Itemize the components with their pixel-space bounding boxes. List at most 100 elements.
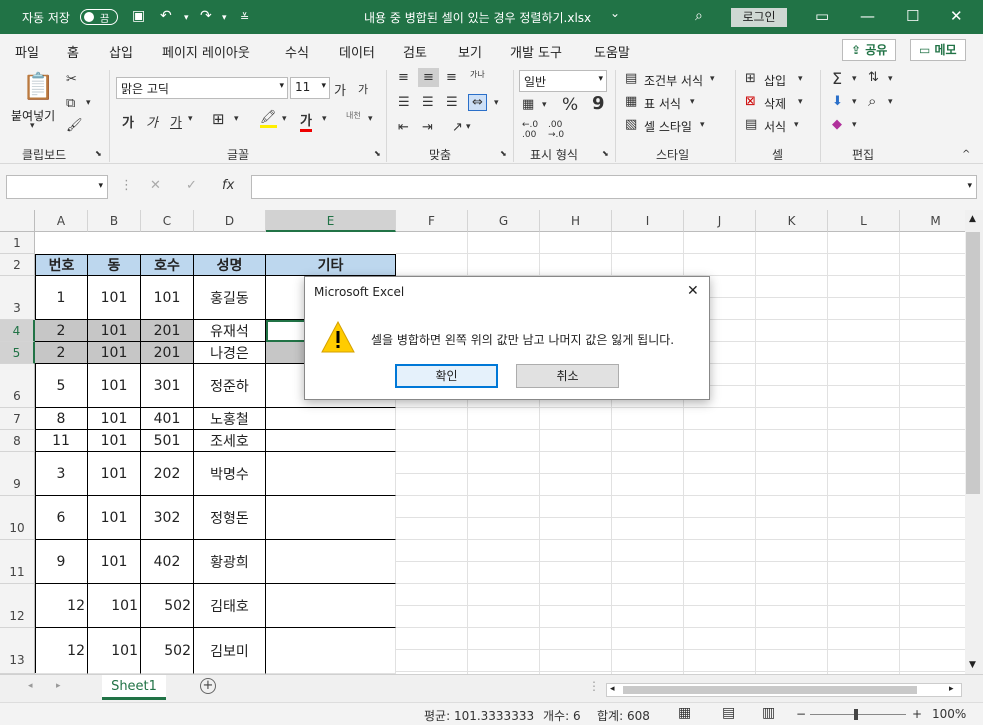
tab-help[interactable]: 도움말 — [594, 42, 630, 61]
table-cell[interactable]: 1 — [35, 276, 88, 320]
dialog-close-icon[interactable]: ✕ — [687, 283, 699, 299]
column-header-j[interactable]: J — [684, 210, 756, 232]
conditional-format-label[interactable]: 조건부 서식 — [644, 72, 703, 89]
table-cell[interactable]: 401 — [141, 408, 194, 430]
shrink-font-icon[interactable]: 가 — [358, 81, 368, 97]
percent-icon[interactable]: % — [562, 95, 578, 115]
font-size-select[interactable]: 11 ▾ — [290, 77, 330, 99]
chevron-down-icon[interactable]: ▾ — [852, 74, 857, 84]
chevron-down-icon[interactable]: ▾ — [798, 97, 803, 107]
autosave-toggle[interactable]: 끔 — [80, 9, 118, 25]
table-cell[interactable]: 101 — [88, 342, 141, 364]
table-cell[interactable]: 2 — [35, 320, 88, 342]
tab-insert[interactable]: 삽입 — [109, 42, 133, 61]
row-header-7[interactable]: 7 — [0, 408, 35, 430]
cancel-button[interactable]: 취소 — [516, 364, 619, 388]
table-cell[interactable] — [266, 408, 396, 430]
status-count[interactable]: 개수: 6 — [543, 707, 581, 724]
column-header-a[interactable]: A — [35, 210, 88, 232]
undo-icon[interactable]: ↶ — [160, 8, 172, 24]
table-cell[interactable]: 502 — [141, 628, 194, 674]
cut-icon[interactable]: ✂ — [66, 72, 77, 87]
orientation-dropdown-icon[interactable]: ▾ — [466, 122, 471, 132]
border-icon[interactable]: ⊞ — [212, 110, 225, 128]
column-header-k[interactable]: K — [756, 210, 828, 232]
table-cell[interactable]: 노홍철 — [194, 408, 266, 430]
merge-dropdown-icon[interactable]: ▾ — [494, 98, 499, 108]
insert-cells-label[interactable]: 삽입 — [764, 72, 786, 89]
table-cell[interactable]: 101 — [141, 276, 194, 320]
cancel-icon[interactable]: ✕ — [150, 178, 161, 193]
enter-icon[interactable]: ✓ — [186, 178, 197, 193]
chevron-down-icon[interactable]: ▾ — [710, 74, 715, 84]
page-layout-icon[interactable]: ▤ — [722, 705, 735, 721]
comma-icon[interactable]: 9 — [592, 93, 605, 114]
chevron-down-icon[interactable]: ▾ — [794, 120, 799, 130]
chevron-down-icon[interactable]: ▾ — [700, 120, 705, 130]
table-cell[interactable]: 101 — [88, 584, 141, 628]
clear-icon[interactable]: ◆ — [832, 117, 842, 132]
table-cell[interactable] — [266, 430, 396, 452]
underline-icon[interactable]: 가 — [170, 112, 182, 131]
table-cell[interactable] — [266, 452, 396, 496]
align-top-icon[interactable]: ≡ — [398, 70, 409, 85]
table-cell[interactable]: 101 — [88, 364, 141, 408]
table-cell[interactable]: 101 — [88, 496, 141, 540]
delete-cells-label[interactable]: 삭제 — [764, 95, 786, 112]
row-header-10[interactable]: 10 — [0, 496, 35, 540]
share-button[interactable]: ⇪ 공유 — [842, 39, 897, 61]
table-cell[interactable]: 5 — [35, 364, 88, 408]
table-cell[interactable]: 101 — [88, 276, 141, 320]
scroll-left-icon[interactable]: ◂ — [610, 684, 615, 694]
row-header-1[interactable]: 1 — [0, 232, 35, 254]
delete-cells-icon[interactable]: ⊠ — [745, 94, 756, 109]
align-center-icon[interactable]: ☰ — [422, 95, 434, 110]
font-color-icon[interactable]: 가 — [300, 110, 312, 132]
header-cell-etc[interactable]: 기타 — [265, 254, 396, 276]
table-cell[interactable]: 101 — [88, 452, 141, 496]
cell-style-label[interactable]: 셀 스타일 — [644, 118, 692, 135]
row-header-3[interactable]: 3 — [0, 276, 35, 320]
memo-button[interactable]: ▭ 메모 — [910, 39, 966, 61]
ribbon-display-icon[interactable]: ▭ — [815, 7, 829, 25]
bold-icon[interactable]: 가 — [122, 112, 134, 131]
table-cell[interactable]: 9 — [35, 540, 88, 584]
table-cell[interactable]: 나경은 — [194, 342, 266, 364]
undo-dropdown-icon[interactable]: ▾ — [184, 13, 189, 23]
insert-function-icon[interactable]: fx — [222, 178, 234, 193]
table-cell[interactable]: 101 — [88, 628, 141, 674]
font-launcher-icon[interactable]: ⬊ — [374, 149, 381, 158]
decrease-decimal-icon[interactable]: .00 →.0 — [548, 120, 564, 140]
column-header-d[interactable]: D — [194, 210, 266, 232]
table-cell[interactable]: 박명수 — [194, 452, 266, 496]
table-cell[interactable]: 301 — [141, 364, 194, 408]
accounting-icon[interactable]: ▦ — [522, 97, 534, 112]
underline-dropdown-icon[interactable]: ▾ — [188, 114, 193, 124]
table-cell[interactable]: 12 — [35, 628, 88, 674]
decrease-indent-icon[interactable]: ⇤ — [398, 120, 409, 135]
zoom-level[interactable]: 100% — [932, 707, 966, 721]
tab-data[interactable]: 데이터 — [339, 42, 375, 61]
grow-font-icon[interactable]: 가 — [334, 80, 346, 99]
format-cells-icon[interactable]: ▤ — [745, 117, 757, 132]
tab-review[interactable]: 검토 — [403, 42, 427, 61]
zoom-in-icon[interactable]: + — [912, 707, 922, 721]
table-cell[interactable]: 202 — [141, 452, 194, 496]
scroll-thumb[interactable] — [966, 232, 980, 494]
redo-dropdown-icon[interactable]: ▾ — [222, 13, 227, 23]
table-cell[interactable]: 101 — [88, 540, 141, 584]
add-sheet-icon[interactable]: + — [200, 678, 216, 694]
format-table-icon[interactable]: ▦ — [625, 94, 637, 109]
scroll-down-icon[interactable]: ▼ — [969, 660, 976, 670]
status-sum[interactable]: 합계: 608 — [597, 707, 650, 724]
copy-icon[interactable]: ⧉ — [66, 96, 75, 111]
h-scroll-thumb[interactable] — [623, 686, 917, 694]
table-cell[interactable] — [266, 540, 396, 584]
table-cell[interactable] — [266, 496, 396, 540]
font-color-dropdown-icon[interactable]: ▾ — [322, 114, 327, 124]
column-header-e[interactable]: E — [266, 210, 396, 232]
tab-file[interactable]: 파일 — [15, 42, 39, 61]
orientation-angle-icon[interactable]: ↗ — [452, 120, 463, 135]
table-cell[interactable]: 101 — [88, 430, 141, 452]
clipboard-launcher-icon[interactable]: ⬊ — [95, 149, 102, 158]
